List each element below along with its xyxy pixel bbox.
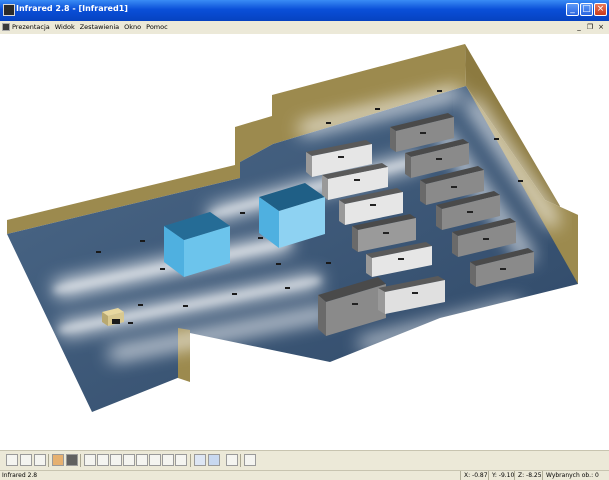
- print-icon[interactable]: [34, 454, 46, 466]
- status-bar: Infrared 2.8 X: -0.87 Y: -9.10 Z: -8.25 …: [0, 470, 609, 480]
- view-back-icon[interactable]: [97, 454, 109, 466]
- lamps-icon[interactable]: [194, 454, 206, 466]
- status-selected: Wybranych ob.: 0: [542, 471, 599, 480]
- status-app-label: Infrared 2.8: [2, 472, 38, 479]
- minimize-button[interactable]: _: [566, 3, 579, 16]
- window-title: Infrared 2.8 - [Infrared1]: [16, 4, 128, 13]
- document-icon[interactable]: [2, 23, 10, 31]
- view-left-icon[interactable]: [110, 454, 122, 466]
- menu-widok[interactable]: Widok: [55, 22, 75, 33]
- calculate-icon[interactable]: [208, 454, 220, 466]
- pencil-icon[interactable]: [6, 454, 18, 466]
- warehouse-scene: [7, 44, 578, 412]
- window-icon[interactable]: [226, 454, 238, 466]
- render-icon[interactable]: [66, 454, 78, 466]
- view-persp-icon[interactable]: [175, 454, 187, 466]
- toolbar-separator: [240, 454, 241, 467]
- toolbar: [0, 450, 609, 470]
- view-iso-icon[interactable]: [162, 454, 174, 466]
- menu-pomoc[interactable]: Pomoc: [146, 22, 168, 33]
- menu-zestawienia[interactable]: Zestawienia: [80, 22, 119, 33]
- mdi-restore-button[interactable]: ❐: [586, 22, 594, 32]
- view-right-icon[interactable]: [123, 454, 135, 466]
- materials-icon[interactable]: [52, 454, 64, 466]
- maximize-button[interactable]: □: [580, 3, 593, 16]
- app-icon[interactable]: [3, 4, 15, 16]
- toolbar-separator: [48, 454, 49, 467]
- toolbar-separator: [80, 454, 81, 467]
- view-top-icon[interactable]: [136, 454, 148, 466]
- 3d-viewport[interactable]: [0, 34, 609, 450]
- close-button[interactable]: ×: [594, 3, 607, 16]
- mdi-close-button[interactable]: ×: [597, 22, 605, 32]
- view-bottom-icon[interactable]: [149, 454, 161, 466]
- toolbar-separator: [190, 454, 191, 467]
- status-z: Z: -8.25: [514, 471, 542, 480]
- title-bar[interactable]: Infrared 2.8 - [Infrared1] _ □ ×: [0, 0, 609, 21]
- menu-bar: Prezentacja Widok Zestawienia Okno Pomoc…: [0, 21, 609, 34]
- view-front-icon[interactable]: [84, 454, 96, 466]
- menu-prezentacja[interactable]: Prezentacja: [12, 22, 50, 33]
- mdi-minimize-button[interactable]: _: [575, 22, 583, 32]
- save-icon[interactable]: [20, 454, 32, 466]
- menu-okno[interactable]: Okno: [124, 22, 141, 33]
- status-y: Y: -9.10: [488, 471, 514, 480]
- status-x: X: -0.87: [460, 471, 488, 480]
- export-icon[interactable]: [244, 454, 256, 466]
